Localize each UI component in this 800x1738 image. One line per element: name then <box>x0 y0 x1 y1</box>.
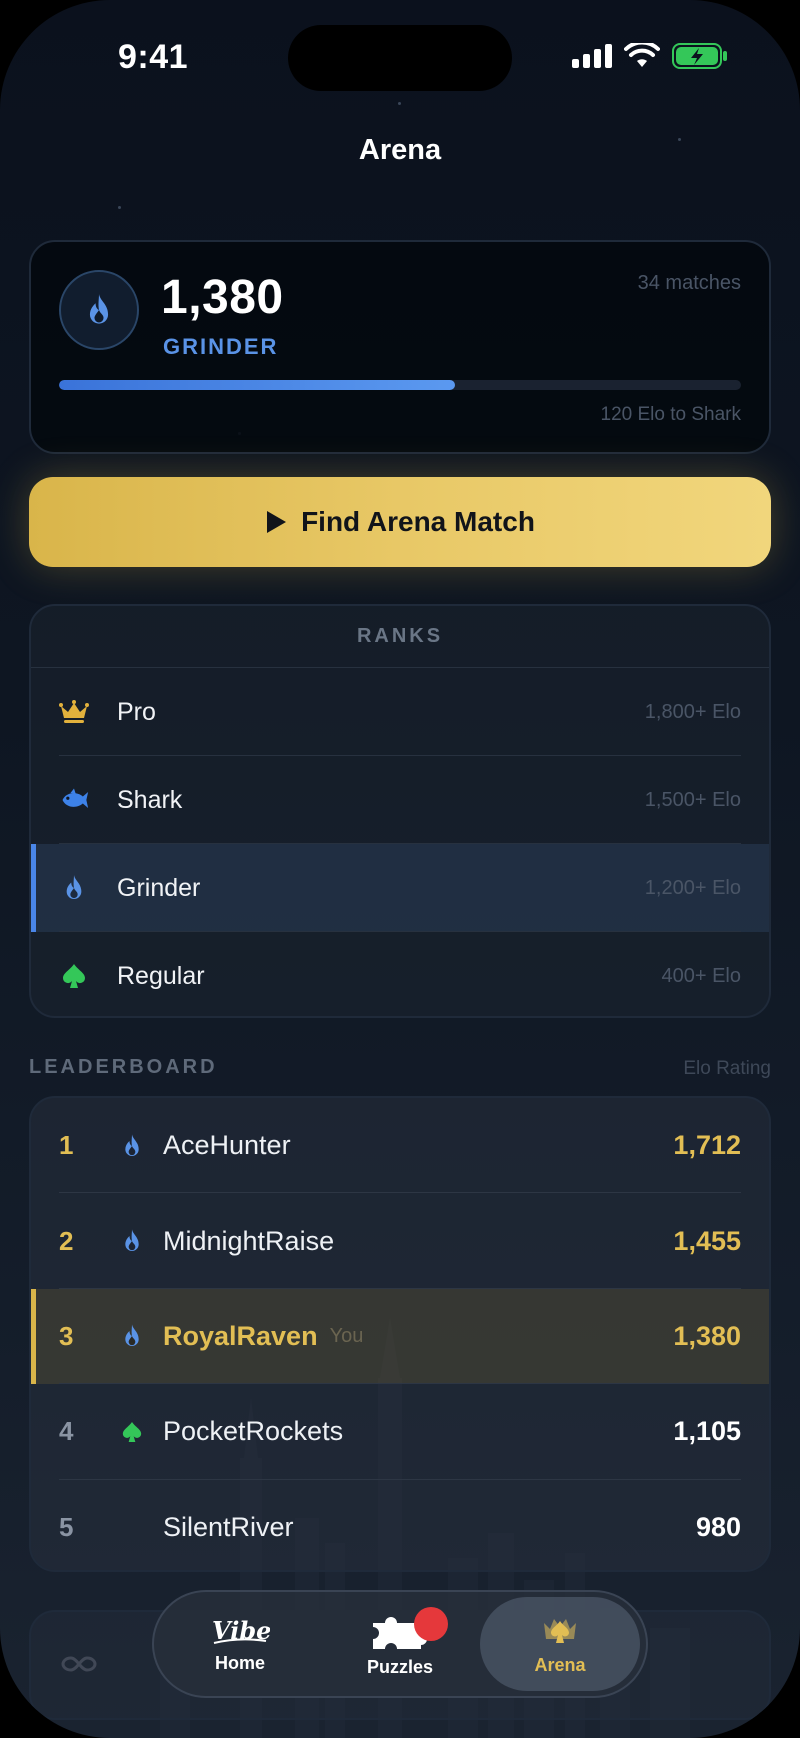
flame-icon <box>117 1131 147 1161</box>
matches-count: 34 matches <box>637 272 741 294</box>
player-name: MidnightRaise <box>163 1225 335 1256</box>
flame-icon <box>117 1321 147 1351</box>
leaderboard-card: 1 AceHunter 1,712 2 MidnightRaise 1,455 … <box>29 1096 771 1572</box>
vibe-logo-icon: Vibe <box>212 1616 270 1645</box>
you-tag: You <box>329 1324 364 1347</box>
player-elo: 1,455 <box>673 1225 741 1256</box>
rank-threshold: 1,200+ Elo <box>644 876 741 899</box>
play-icon <box>267 511 287 533</box>
rank-row-shark: Shark 1,500+ Elo <box>31 756 769 844</box>
tab-label: Puzzles <box>366 1656 434 1677</box>
player-name: SilentRiver <box>163 1511 294 1542</box>
ranks-card: RANKS Pro 1,800+ Elo Shark 1,500+ Elo Gr… <box>29 604 771 1018</box>
battery-charging-icon <box>672 43 727 69</box>
rank-label: Grinder <box>117 873 201 902</box>
rank-threshold: 400+ Elo <box>661 964 741 987</box>
phone-screen: 9:41 Arena 1,380 GRINDER 34 matches 120 … <box>0 0 800 1738</box>
dynamic-island <box>288 25 512 91</box>
tab-bar: Vibe Home Puzzles Arena <box>152 1590 648 1698</box>
rank-row-regular: Regular 400+ Elo <box>31 932 769 1016</box>
player-name: RoyalRaven <box>163 1320 318 1351</box>
rank-label: Regular <box>117 961 205 990</box>
tab-label: Home <box>214 1652 265 1673</box>
status-bar: 9:41 <box>0 0 800 120</box>
elo-rating-value: 1,380 <box>161 271 284 324</box>
no-rank-icon <box>117 1512 147 1542</box>
leaderboard-subheading: Elo Rating <box>683 1058 771 1079</box>
rank-label: Shark <box>117 785 183 814</box>
rank-badge <box>59 270 139 350</box>
ranks-header: RANKS <box>31 606 769 668</box>
leaderboard-row[interactable]: 2 MidnightRaise 1,455 <box>31 1193 769 1289</box>
leaderboard-position: 2 <box>59 1225 74 1256</box>
current-rank-name: GRINDER <box>163 334 279 359</box>
rating-card: 1,380 GRINDER 34 matches 120 Elo to Shar… <box>29 240 771 454</box>
leaderboard-row[interactable]: 5 SilentRiver 980 <box>31 1480 769 1570</box>
leaderboard-position: 5 <box>59 1511 74 1542</box>
player-elo: 1,380 <box>673 1320 741 1351</box>
leaderboard-row[interactable]: 1 AceHunter 1,712 <box>31 1098 769 1194</box>
flame-icon <box>117 1226 147 1256</box>
flame-icon <box>89 294 109 324</box>
page-title: Arena <box>358 134 442 166</box>
spade-icon <box>59 961 89 991</box>
leaderboard-position: 4 <box>59 1416 74 1447</box>
rank-progress-bar <box>59 380 741 390</box>
notification-badge <box>414 1607 448 1641</box>
crown-icon <box>59 697 89 727</box>
tab-puzzles[interactable]: Puzzles <box>320 1597 480 1691</box>
leaderboard-position: 1 <box>59 1130 74 1161</box>
spade-icon <box>117 1417 147 1447</box>
player-elo: 980 <box>695 1511 741 1542</box>
leaderboard-row[interactable]: 4 PocketRockets 1,105 <box>31 1384 769 1480</box>
flame-icon <box>59 873 89 903</box>
leaderboard-row-current-user[interactable]: 3 RoyalRaven You 1,380 <box>31 1288 769 1385</box>
tab-home[interactable]: Vibe Home <box>160 1597 320 1691</box>
player-elo: 1,105 <box>673 1416 741 1447</box>
star-decoration <box>118 206 121 209</box>
rank-progress-fill <box>59 380 455 390</box>
cellular-signal-icon <box>572 44 612 68</box>
wifi-icon <box>624 43 660 67</box>
player-name: PocketRockets <box>163 1416 344 1447</box>
rank-threshold: 1,500+ Elo <box>644 788 741 811</box>
leaderboard-position: 3 <box>59 1320 74 1351</box>
rank-label: Pro <box>117 697 156 726</box>
infinity-icon <box>61 1656 97 1672</box>
next-rank-text: 120 Elo to Shark <box>600 404 741 425</box>
rank-threshold: 1,800+ Elo <box>644 700 741 723</box>
status-time: 9:41 <box>118 38 189 76</box>
find-arena-match-button[interactable]: Find Arena Match <box>29 477 771 567</box>
tab-arena[interactable]: Arena <box>480 1597 640 1691</box>
tab-label: Arena <box>534 1654 586 1675</box>
rank-row-grinder: Grinder 1,200+ Elo <box>31 844 769 932</box>
leaderboard-heading: LEADERBOARD <box>29 1056 218 1078</box>
find-arena-match-label: Find Arena Match <box>301 506 535 537</box>
spade-crown-icon <box>544 1618 576 1643</box>
status-icons <box>572 42 728 70</box>
rank-row-pro: Pro 1,800+ Elo <box>31 668 769 756</box>
player-elo: 1,712 <box>673 1130 741 1161</box>
player-name: AceHunter <box>163 1130 291 1161</box>
fish-icon <box>59 785 89 815</box>
